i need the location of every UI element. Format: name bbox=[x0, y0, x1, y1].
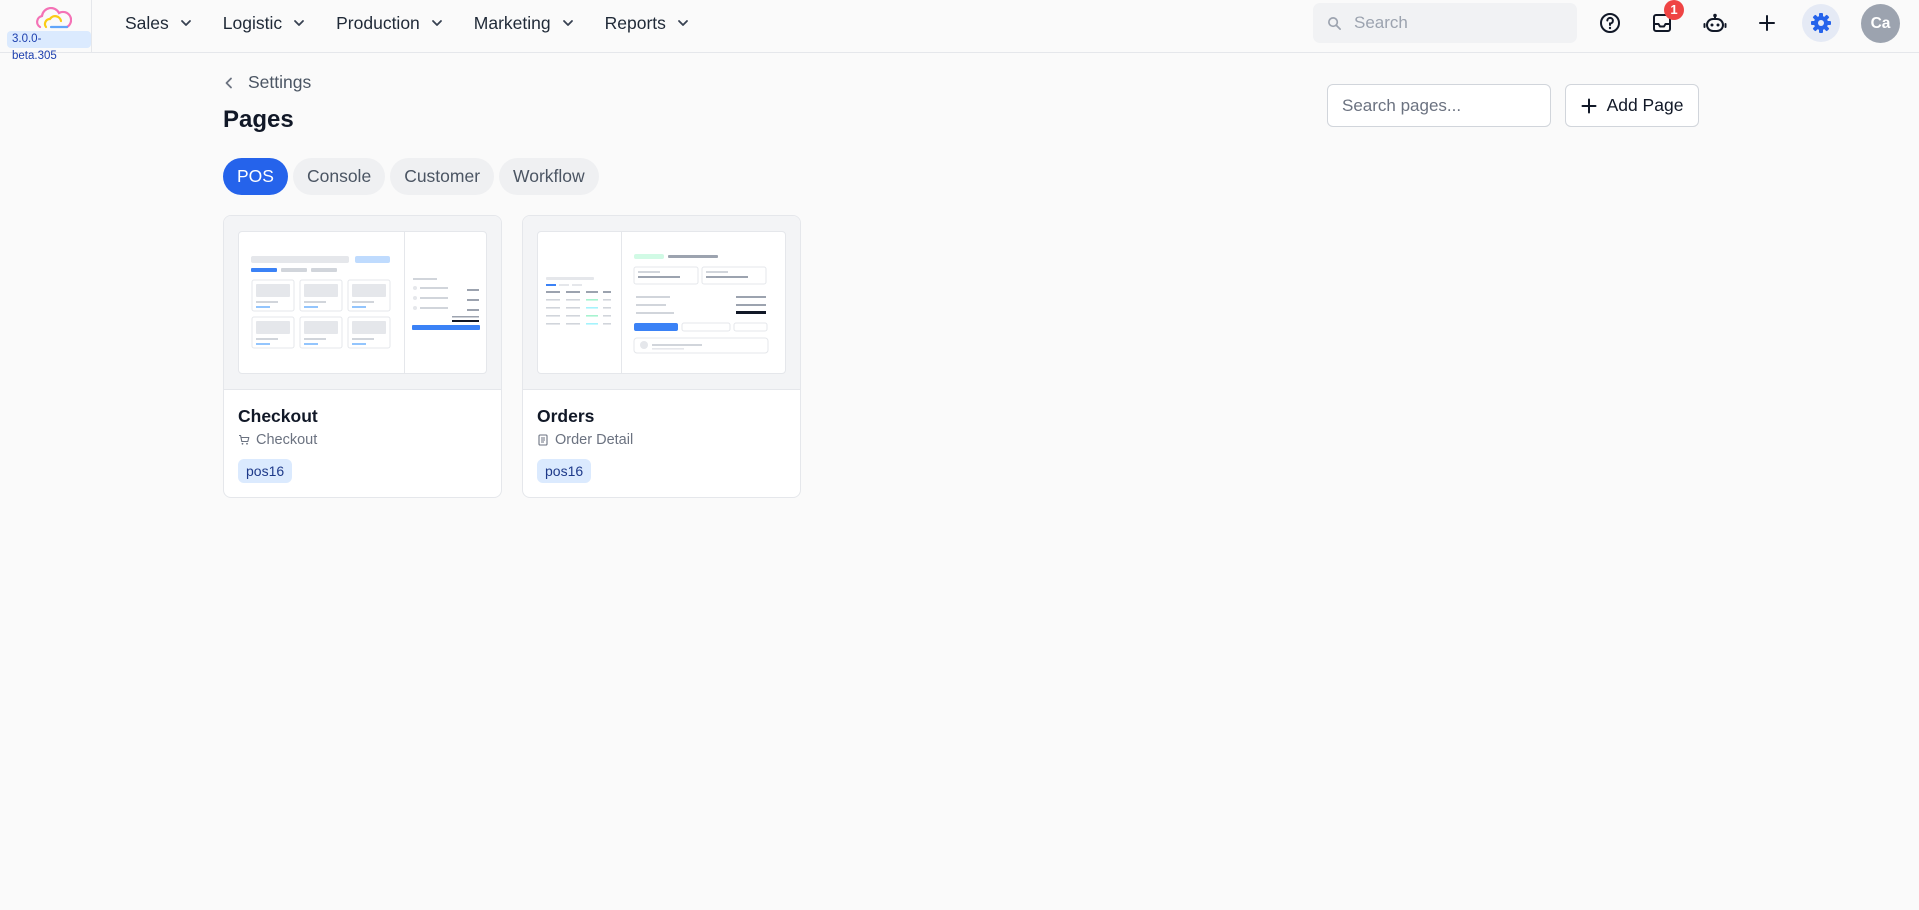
add-page-label: Add Page bbox=[1606, 95, 1684, 115]
nav-sales-label: Sales bbox=[125, 12, 169, 33]
main-nav: Sales Logistic Production Marketing Repo… bbox=[110, 0, 705, 46]
chevron-down-icon bbox=[294, 20, 305, 26]
chevron-down-icon bbox=[678, 20, 688, 26]
global-search[interactable] bbox=[1313, 3, 1577, 43]
user-avatar[interactable]: Ca bbox=[1861, 4, 1900, 43]
card-subtitle-text: Order Detail bbox=[555, 432, 634, 448]
help-button[interactable] bbox=[1595, 8, 1625, 38]
nav-logistic[interactable]: Logistic bbox=[208, 0, 321, 46]
global-search-input[interactable] bbox=[1354, 13, 1554, 33]
tab-pos[interactable]: POS bbox=[223, 158, 288, 195]
card-tag: pos16 bbox=[238, 459, 293, 483]
category-tabs: POS Console Customer Workflow bbox=[223, 158, 604, 195]
checkout-preview-thumbnail bbox=[238, 231, 487, 374]
chevron-down-icon bbox=[431, 20, 442, 26]
nav-reports[interactable]: Reports bbox=[590, 0, 705, 46]
add-page-button[interactable]: Add Page bbox=[1565, 84, 1699, 127]
nav-marketing[interactable]: Marketing bbox=[459, 0, 590, 46]
cloud-logo-icon bbox=[36, 7, 72, 29]
assistant-button[interactable] bbox=[1700, 8, 1730, 38]
tab-console[interactable]: Console bbox=[292, 158, 386, 195]
chevron-down-icon bbox=[562, 20, 573, 26]
card-subtitle: Checkout bbox=[238, 432, 317, 448]
tab-workflow[interactable]: Workflow bbox=[499, 158, 599, 195]
nav-reports-label: Reports bbox=[604, 12, 666, 33]
plus-icon bbox=[1581, 98, 1597, 113]
settings-button[interactable] bbox=[1802, 4, 1840, 42]
card-subtitle: Order Detail bbox=[537, 432, 633, 448]
nav-sales[interactable]: Sales bbox=[110, 0, 208, 46]
page-title: Pages bbox=[223, 106, 294, 133]
create-button[interactable] bbox=[1752, 8, 1782, 38]
search-icon bbox=[1328, 16, 1341, 30]
nav-production-label: Production bbox=[336, 12, 420, 33]
card-title: Orders bbox=[537, 406, 595, 426]
document-icon bbox=[538, 434, 548, 446]
gear-icon bbox=[1811, 13, 1831, 33]
plus-icon bbox=[1759, 15, 1775, 31]
help-icon bbox=[1600, 13, 1620, 33]
page-preview bbox=[523, 216, 800, 390]
back-label: Settings bbox=[248, 72, 312, 92]
nav-production[interactable]: Production bbox=[321, 0, 459, 46]
chevron-down-icon bbox=[180, 20, 191, 26]
cart-icon bbox=[239, 434, 250, 445]
logo-area[interactable]: 3.0.0-beta.305 bbox=[0, 0, 92, 62]
version-badge: 3.0.0-beta.305 bbox=[7, 31, 91, 62]
nav-logistic-label: Logistic bbox=[222, 12, 283, 33]
back-to-settings-link[interactable]: Settings bbox=[222, 72, 311, 93]
card-subtitle-text: Checkout bbox=[256, 432, 318, 448]
nav-marketing-label: Marketing bbox=[473, 12, 551, 33]
inbox-badge: 1 bbox=[1664, 0, 1684, 20]
chevron-left-icon bbox=[225, 77, 232, 88]
orders-preview-thumbnail bbox=[537, 231, 786, 374]
card-title: Checkout bbox=[238, 406, 318, 426]
card-tag: pos16 bbox=[537, 459, 592, 483]
page-card-checkout[interactable]: Checkout Checkout pos16 bbox=[223, 215, 502, 498]
page-search-input[interactable] bbox=[1327, 84, 1551, 127]
page-preview bbox=[224, 216, 501, 390]
page-card-orders[interactable]: Orders Order Detail pos16 bbox=[522, 215, 801, 498]
bot-icon bbox=[1703, 13, 1727, 32]
tab-customer[interactable]: Customer bbox=[390, 158, 495, 195]
top-bar: 3.0.0-beta.305 Sales Logistic Production… bbox=[0, 0, 1919, 62]
